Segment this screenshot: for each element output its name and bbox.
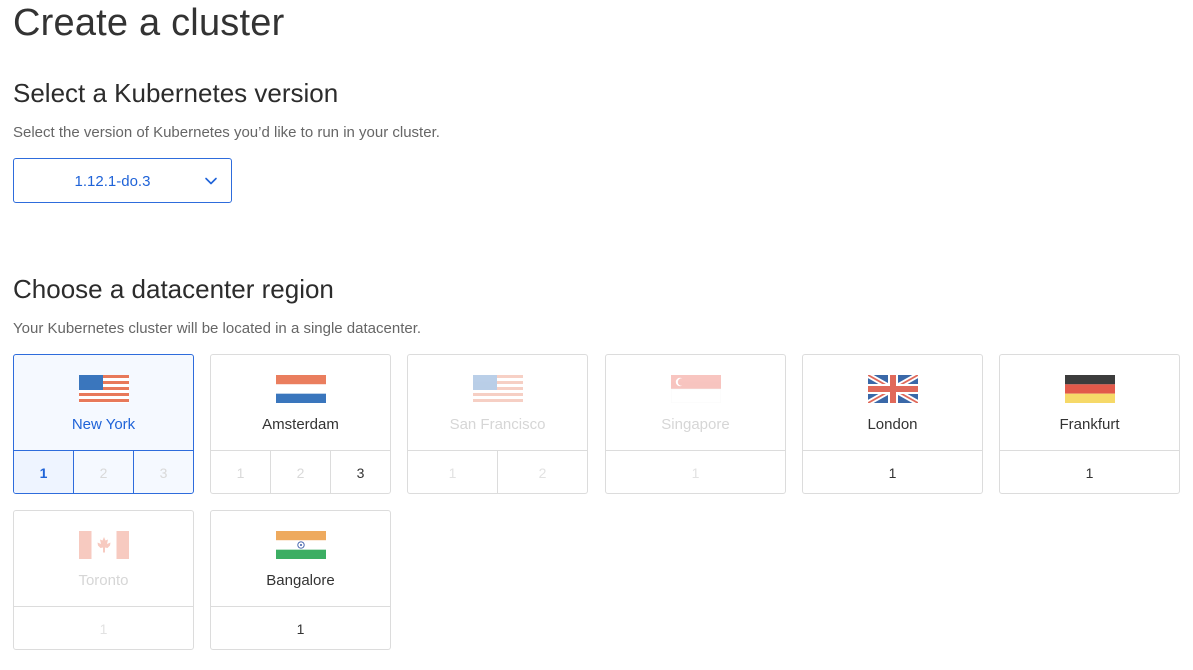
datacenter-option-1: 1 <box>448 465 457 481</box>
region-name: New York <box>71 416 136 433</box>
version-section-title: Select a Kubernetes version <box>13 78 339 108</box>
in-flag-icon <box>276 531 326 559</box>
chevron-down-icon <box>205 177 217 185</box>
region-card-toronto: Toronto 1 <box>13 510 194 650</box>
ca-flag-icon <box>79 531 129 559</box>
region-name: Frankfurt <box>1059 416 1120 433</box>
sg-flag-icon <box>671 375 721 403</box>
datacenter-selector: 1 2 3 <box>14 450 193 493</box>
page-title: Create a cluster <box>13 2 285 44</box>
datacenter-option-1[interactable]: 1 <box>1000 451 1179 493</box>
region-card-san-francisco: San Francisco 1 2 <box>407 354 588 494</box>
region-card-bangalore[interactable]: Bangalore 1 <box>210 510 391 650</box>
datacenter-selector: 1 <box>803 450 982 493</box>
datacenter-option-1: 1 <box>691 465 700 481</box>
datacenter-option-2: 2 <box>270 451 330 493</box>
region-card-amsterdam[interactable]: Amsterdam 1 2 3 <box>210 354 391 494</box>
datacenter-selector: 1 2 <box>408 450 587 493</box>
region-name: Toronto <box>78 572 129 589</box>
datacenter-selector: 1 <box>1000 450 1179 493</box>
datacenter-selector: 1 2 3 <box>211 450 390 493</box>
region-name: San Francisco <box>449 416 546 433</box>
region-name: Singapore <box>661 416 730 433</box>
datacenter-selector: 1 <box>211 606 390 649</box>
selected-version-value: 1.12.1-do.3 <box>74 173 151 190</box>
region-card-london[interactable]: London 1 <box>802 354 983 494</box>
datacenter-option-1: 1 <box>236 465 245 481</box>
datacenter-option-1: 1 <box>99 621 108 637</box>
us-flag-icon <box>473 375 523 403</box>
region-card-singapore: Singapore 1 <box>605 354 786 494</box>
datacenter-selector: 1 <box>606 450 785 493</box>
region-name: Bangalore <box>266 572 335 589</box>
datacenter-option-3: 3 <box>133 451 193 493</box>
uk-flag-icon <box>868 375 918 403</box>
region-card-frankfurt[interactable]: Frankfurt 1 <box>999 354 1180 494</box>
version-section-description: Select the version of Kubernetes you’d l… <box>13 124 440 141</box>
nl-flag-icon <box>276 375 326 403</box>
datacenter-option-2: 2 <box>497 451 587 493</box>
datacenter-selector: 1 <box>14 606 193 649</box>
region-card-new-york[interactable]: New York 1 2 3 <box>13 354 194 494</box>
us-flag-icon <box>79 375 129 403</box>
datacenter-option-1[interactable]: 1 <box>14 451 73 493</box>
region-name: London <box>867 416 918 433</box>
datacenter-option-1[interactable]: 1 <box>803 451 982 493</box>
region-name: Amsterdam <box>262 416 339 433</box>
datacenter-option-2: 2 <box>73 451 133 493</box>
datacenter-option-1[interactable]: 1 <box>211 607 390 649</box>
de-flag-icon <box>1065 375 1115 403</box>
region-section-title: Choose a datacenter region <box>13 274 334 304</box>
kubernetes-version-dropdown[interactable]: 1.12.1-do.3 <box>13 158 232 203</box>
region-section-description: Your Kubernetes cluster will be located … <box>13 320 422 337</box>
datacenter-option-3[interactable]: 3 <box>330 451 390 493</box>
